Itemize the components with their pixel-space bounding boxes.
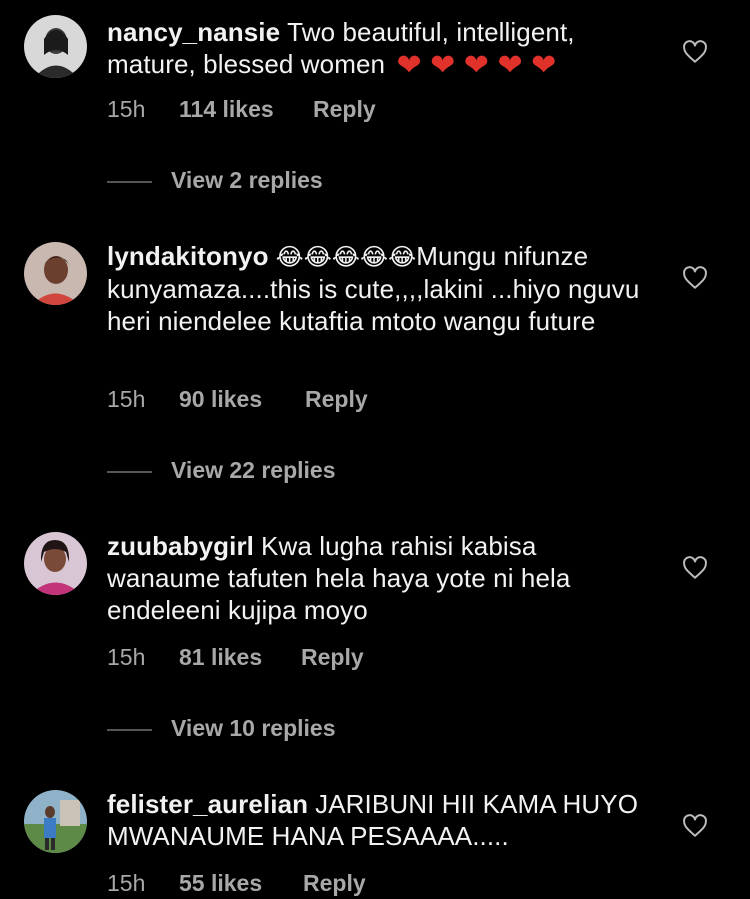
laughing-emoji-icon: 😂😂😂😂😂 [275, 243, 417, 271]
comment-text: nancy_nansie Two beautiful, intelligent, … [107, 16, 647, 82]
comment-text: felister_aurelian JARIBUNI HII KAMA HUYO … [107, 788, 647, 852]
timestamp: 15h [107, 386, 146, 412]
comment-text: lyndakitonyo 😂😂😂😂😂Mungu nifunze kunyamaza… [107, 240, 647, 337]
heart-outline-icon[interactable] [682, 813, 708, 839]
heart-outline-icon[interactable] [682, 39, 708, 65]
likes-count[interactable]: 90 likes [179, 386, 262, 413]
divider [107, 471, 152, 473]
timestamp: 15h [107, 870, 146, 896]
view-replies-label[interactable]: View 22 replies [171, 457, 336, 484]
reply-button[interactable]: Reply [305, 386, 368, 413]
avatar[interactable] [24, 790, 87, 853]
timestamp: 15h [107, 96, 146, 122]
username[interactable]: nancy_nansie [107, 17, 280, 47]
reply-button[interactable]: Reply [303, 870, 366, 897]
likes-count[interactable]: 114 likes [179, 96, 274, 123]
timestamp: 15h [107, 644, 146, 670]
heart-outline-icon[interactable] [682, 555, 708, 581]
reply-button[interactable]: Reply [301, 644, 364, 671]
view-replies-label[interactable]: View 2 replies [171, 167, 323, 194]
username[interactable]: felister_aurelian [107, 789, 308, 819]
likes-count[interactable]: 55 likes [179, 870, 262, 897]
view-replies-label[interactable]: View 10 replies [171, 715, 336, 742]
heart-outline-icon[interactable] [682, 265, 708, 291]
divider [107, 729, 152, 731]
reply-button[interactable]: Reply [313, 96, 376, 123]
username[interactable]: zuubabygirl [107, 531, 254, 561]
heart-emoji-icon: ❤ ❤ ❤ ❤ ❤ [396, 49, 557, 82]
likes-count[interactable]: 81 likes [179, 644, 262, 671]
username[interactable]: lyndakitonyo [107, 241, 269, 271]
avatar[interactable] [24, 15, 87, 78]
avatar[interactable] [24, 242, 87, 305]
avatar[interactable] [24, 532, 87, 595]
divider [107, 181, 152, 183]
comment-text: zuubabygirl Kwa lugha rahisi kabisa wanau… [107, 530, 647, 626]
